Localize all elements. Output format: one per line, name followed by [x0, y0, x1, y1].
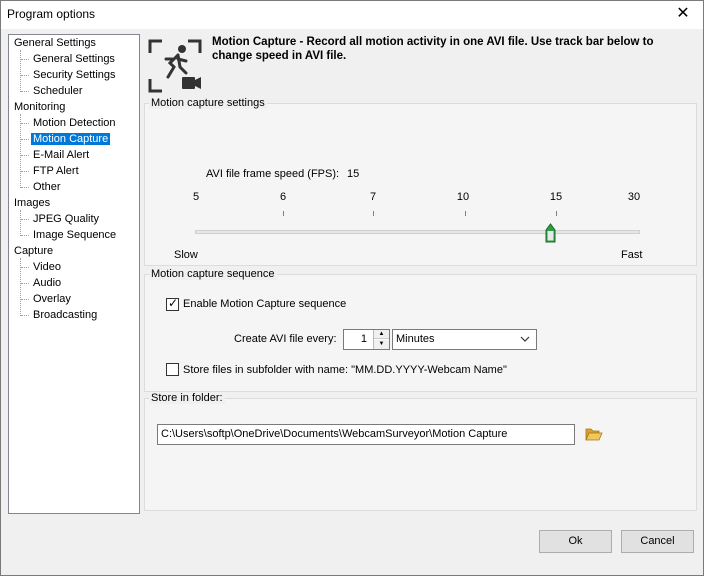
- tree-item-capture-group[interactable]: Capture: [14, 243, 53, 259]
- slider-tick: [373, 211, 374, 216]
- tree-item-security-settings[interactable]: Security Settings: [33, 67, 116, 83]
- folder-path-value: C:\Users\softp\OneDrive\Documents\Webcam…: [161, 428, 508, 440]
- tree-line: [21, 155, 29, 156]
- slider-tick: [465, 211, 466, 216]
- tree-line: [21, 299, 29, 300]
- tree-item-general-settings[interactable]: General Settings: [33, 51, 115, 67]
- folder-open-icon[interactable]: [585, 426, 603, 442]
- tree-item-video[interactable]: Video: [33, 259, 61, 275]
- tree-item-other[interactable]: Other: [33, 179, 61, 195]
- interval-unit-value: Minutes: [396, 333, 435, 345]
- interval-spinner[interactable]: 1 ▲ ▼: [343, 329, 390, 350]
- window-title: Program options: [7, 7, 96, 21]
- slider-tick: [283, 211, 284, 216]
- tree-line: [21, 283, 29, 284]
- tree-line: [21, 75, 29, 76]
- tree-item-jpeg-quality[interactable]: JPEG Quality: [33, 211, 99, 227]
- tree-item-monitoring-group[interactable]: Monitoring: [14, 99, 65, 115]
- close-icon[interactable]: ✕: [673, 4, 693, 24]
- program-options-window: Program options ✕ General Settings Gener…: [0, 0, 704, 576]
- chevron-down-icon: [520, 336, 530, 342]
- spinner-up-icon[interactable]: ▲: [374, 330, 389, 339]
- fps-value: 15: [347, 168, 360, 180]
- tick-label: 5: [192, 191, 200, 203]
- tree-line: [21, 219, 29, 220]
- create-avi-label: Create AVI file every:: [234, 333, 337, 345]
- group-title: Store in folder:: [149, 392, 225, 404]
- tree-line: [21, 171, 29, 172]
- subfolder-label: Store files in subfolder with name: "MM.…: [183, 364, 507, 376]
- cancel-button[interactable]: Cancel: [621, 530, 694, 553]
- ok-button[interactable]: Ok: [539, 530, 612, 553]
- interval-unit-select[interactable]: Minutes: [392, 329, 537, 350]
- tree-item-audio[interactable]: Audio: [33, 275, 61, 291]
- slow-label: Slow: [174, 249, 198, 261]
- folder-path-input[interactable]: C:\Users\softp\OneDrive\Documents\Webcam…: [157, 424, 575, 445]
- interval-value: 1: [360, 333, 367, 345]
- group-title: Motion capture sequence: [149, 268, 277, 280]
- tick-label: 6: [279, 191, 287, 203]
- tree-line: [21, 235, 29, 236]
- fast-label: Fast: [621, 249, 643, 261]
- tick-label: 7: [369, 191, 377, 203]
- tree-line: [21, 91, 29, 92]
- slider-tick: [556, 211, 557, 216]
- tree-line: [21, 139, 29, 140]
- fps-label: AVI file frame speed (FPS):: [206, 168, 340, 180]
- tree-item-images-group[interactable]: Images: [14, 195, 50, 211]
- tree-item-broadcasting[interactable]: Broadcasting: [33, 307, 97, 323]
- enable-sequence-checkbox[interactable]: ✓: [166, 296, 179, 311]
- store-folder-group: Store in folder:: [144, 392, 697, 511]
- tick-label: 30: [627, 191, 641, 203]
- spinner-arrows[interactable]: ▲ ▼: [373, 330, 389, 349]
- tree-line: [21, 267, 29, 268]
- tree-item-general-settings-group[interactable]: General Settings: [14, 35, 96, 51]
- tick-label: 15: [549, 191, 563, 203]
- enable-sequence-label: Enable Motion Capture sequence: [183, 298, 347, 310]
- tree-line: [20, 50, 21, 92]
- tree-line: [21, 315, 29, 316]
- fps-slider-thumb[interactable]: [545, 223, 556, 243]
- tree-item-image-sequence[interactable]: Image Sequence: [33, 227, 116, 243]
- motion-capture-icon: [148, 39, 202, 93]
- tree-item-motion-detection[interactable]: Motion Detection: [33, 115, 116, 131]
- motion-capture-settings-group: Motion capture settings: [144, 97, 697, 266]
- options-tree[interactable]: General Settings General Settings Securi…: [8, 34, 140, 514]
- tick-label: 10: [456, 191, 470, 203]
- tree-line: [21, 59, 29, 60]
- page-description: Motion Capture - Record all motion activ…: [212, 36, 654, 62]
- tree-line: [21, 187, 29, 188]
- fps-slider-track[interactable]: [195, 230, 640, 234]
- group-title: Motion capture settings: [149, 97, 267, 109]
- tree-item-motion-capture[interactable]: Motion Capture: [31, 131, 111, 147]
- spinner-down-icon[interactable]: ▼: [374, 340, 389, 349]
- title-bar[interactable]: Program options ✕: [1, 1, 703, 29]
- tree-item-ftp-alert[interactable]: FTP Alert: [33, 163, 79, 179]
- tree-item-overlay[interactable]: Overlay: [33, 291, 71, 307]
- checkmark-icon: ✓: [168, 296, 179, 310]
- tree-item-email-alert[interactable]: E-Mail Alert: [33, 147, 89, 163]
- tree-line: [21, 123, 29, 124]
- tree-line: [20, 114, 21, 188]
- tree-item-scheduler[interactable]: Scheduler: [33, 83, 83, 99]
- tree-line: [20, 210, 21, 236]
- subfolder-checkbox[interactable]: [166, 363, 179, 376]
